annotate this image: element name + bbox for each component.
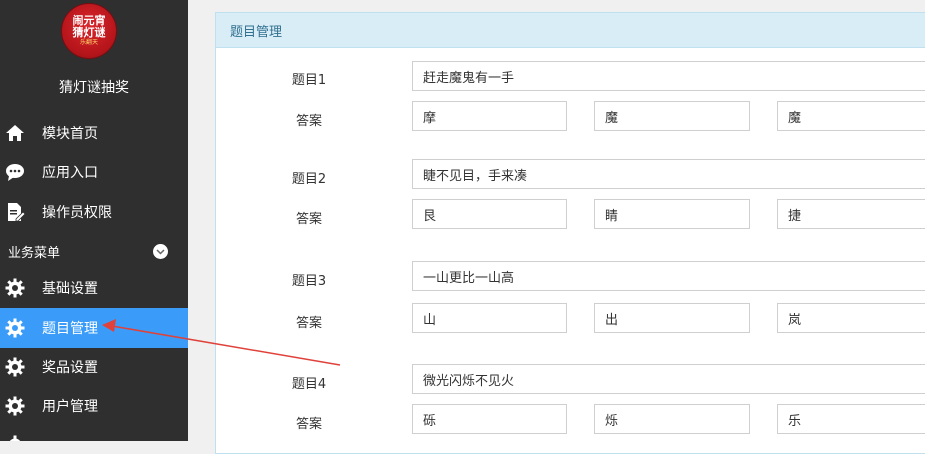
annotation-arrow	[102, 319, 341, 366]
